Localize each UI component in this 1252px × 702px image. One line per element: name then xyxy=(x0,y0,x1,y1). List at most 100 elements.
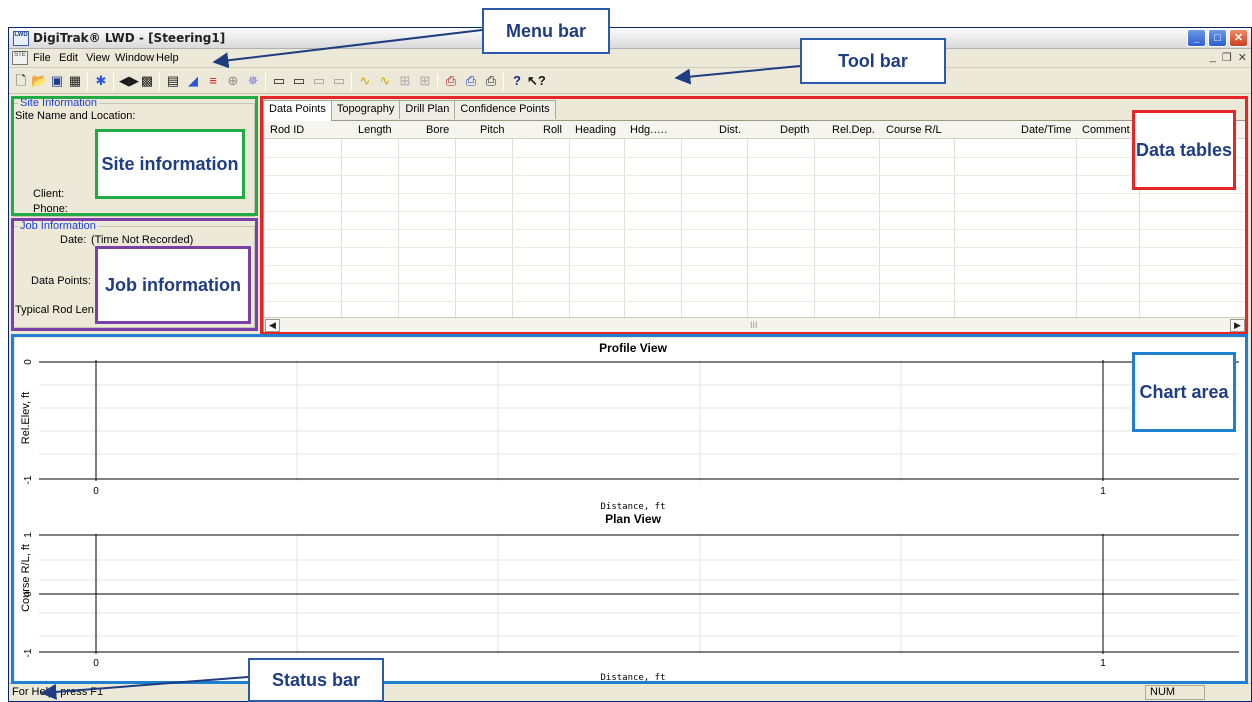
client-label: Client: xyxy=(33,188,65,200)
col-rel-dep[interactable]: Rel.Dep. xyxy=(832,124,875,136)
profile-ytick-0: 0 xyxy=(23,359,34,365)
data-tables-callout: Data tables xyxy=(1132,110,1236,190)
chart-area[interactable]: Profile View 0 -1 Rel.Elev, ft 0 1 Dista… xyxy=(15,338,1247,684)
profile-xtick-0: 0 xyxy=(93,486,99,497)
site-name-label: Site Name and Location: xyxy=(15,110,136,122)
phone-label: Phone: xyxy=(33,203,68,215)
charts-svg: Profile View 0 -1 Rel.Elev, ft 0 1 Dista… xyxy=(20,341,1239,683)
col-rod-id[interactable]: Rod ID xyxy=(270,124,304,136)
scroll-right-icon[interactable]: ▶ xyxy=(1230,319,1245,332)
profile-xlabel: Distance, ft xyxy=(600,502,665,512)
legend-icon[interactable]: ≡ xyxy=(205,73,221,89)
plan-xtick-1: 1 xyxy=(1100,658,1106,669)
status-text: For Help, press F1 xyxy=(12,686,104,698)
chart-area-callout: Chart area xyxy=(1132,352,1236,432)
view2-icon[interactable]: ▭ xyxy=(291,73,307,89)
plan-xtick-0: 0 xyxy=(93,658,99,669)
job-information-title: Job Information xyxy=(18,220,98,232)
chart-icon[interactable]: ◢ xyxy=(185,73,201,89)
tab-data-points[interactable]: Data Points xyxy=(263,100,332,121)
curve1-icon[interactable]: ∿ xyxy=(357,73,373,89)
connect-icon[interactable]: ◀▶ xyxy=(119,73,139,89)
mdi-minimize-button[interactable]: _ xyxy=(1210,51,1216,64)
title-bar[interactable]: LWD DigiTrak® LWD - [Steering1] _ □ ✕ xyxy=(9,28,1251,49)
print1-icon[interactable]: ⎙ xyxy=(443,73,459,89)
col-heading[interactable]: Heading xyxy=(575,124,616,136)
new-file-icon[interactable]: 🗋 xyxy=(13,73,29,89)
scroll-thumb-grip[interactable]: III xyxy=(750,320,758,330)
col-bore[interactable]: Bore xyxy=(426,124,449,136)
tab-drill-plan[interactable]: Drill Plan xyxy=(399,100,456,119)
status-bar-callout: Status bar xyxy=(248,658,384,702)
print-preview-icon[interactable]: ⎙ xyxy=(463,73,479,89)
window-title: DigiTrak® LWD - [Steering1] xyxy=(33,31,226,45)
job-information-callout: Job information xyxy=(95,246,251,324)
col-dist[interactable]: Dist. xyxy=(719,124,741,136)
plan-xlabel: Distance, ft xyxy=(600,673,665,683)
profile-title: Profile View xyxy=(599,341,667,355)
menu-view[interactable]: View xyxy=(86,52,110,64)
view3-icon[interactable]: ▭ xyxy=(311,73,327,89)
tab-topography[interactable]: Topography xyxy=(330,100,401,119)
print-icon[interactable]: ⎙ xyxy=(483,73,499,89)
site-information-title: Site Information xyxy=(18,97,100,109)
data-tabs: Data Points Topography Drill Plan Confid… xyxy=(263,100,556,121)
report-icon[interactable]: ▤ xyxy=(165,73,181,89)
open-folder-icon[interactable]: 📂 xyxy=(31,73,47,89)
fit1-icon[interactable]: ⊞ xyxy=(397,73,413,89)
col-roll[interactable]: Roll xyxy=(543,124,562,136)
profile-ylabel: Rel.Elev, ft xyxy=(20,392,32,444)
document-icon[interactable]: STE xyxy=(12,51,28,65)
target-icon[interactable]: ⊕ xyxy=(225,73,241,89)
save-icon[interactable]: ▣ xyxy=(49,73,65,89)
menu-bar: STE File Edit View Window Help _ ❐ ✕ xyxy=(9,49,1251,68)
curve2-icon[interactable]: ∿ xyxy=(377,73,393,89)
menu-help[interactable]: Help xyxy=(156,52,179,64)
horizontal-scrollbar[interactable]: ◀ III ▶ xyxy=(264,317,1246,333)
fit2-icon[interactable]: ⊞ xyxy=(417,73,433,89)
date-value: (Time Not Recorded) xyxy=(91,234,194,246)
col-comment[interactable]: Comment xyxy=(1082,124,1130,136)
plan-title: Plan View xyxy=(605,512,661,526)
col-date-time[interactable]: Date/Time xyxy=(1021,124,1071,136)
data-tables-panel: Data Points Topography Drill Plan Confid… xyxy=(263,100,1247,334)
tool-bar-callout: Tool bar xyxy=(800,38,946,84)
menu-file[interactable]: File xyxy=(33,52,51,64)
scroll-left-icon[interactable]: ◀ xyxy=(265,319,280,332)
date-label: Date: xyxy=(60,234,87,246)
menu-bar-callout: Menu bar xyxy=(482,8,610,54)
tab-confidence-points[interactable]: Confidence Points xyxy=(454,100,556,119)
help-icon[interactable]: ? xyxy=(509,73,525,89)
view4-icon[interactable]: ▭ xyxy=(331,73,347,89)
close-button[interactable]: ✕ xyxy=(1229,29,1248,47)
menu-window[interactable]: Window xyxy=(115,52,154,64)
plan-ytick-neg1: -1 xyxy=(23,648,34,657)
status-bar: For Help, press F1 NUM xyxy=(9,683,1251,701)
mdi-close-button[interactable]: ✕ xyxy=(1238,51,1247,64)
data-points-label: Data Points: xyxy=(31,275,91,287)
minimize-button[interactable]: _ xyxy=(1187,29,1206,47)
app-icon: LWD xyxy=(13,31,29,46)
plan-ylabel: Course R/L, ft xyxy=(20,544,32,612)
plan-ytick-1: 1 xyxy=(23,532,34,538)
settings-icon[interactable]: ✵ xyxy=(245,73,261,89)
col-length[interactable]: Length xyxy=(358,124,392,136)
view1-icon[interactable]: ▭ xyxy=(271,73,287,89)
col-hdg[interactable]: Hdg.…. xyxy=(630,124,667,136)
typical-rod-length-label: Typical Rod Len xyxy=(15,304,94,316)
import-icon[interactable]: ▩ xyxy=(139,73,155,89)
table-icon[interactable]: ▦ xyxy=(67,73,83,89)
context-help-icon[interactable]: ↖? xyxy=(527,73,546,89)
mdi-restore-button[interactable]: ❐ xyxy=(1222,51,1232,64)
maximize-button[interactable]: □ xyxy=(1208,29,1227,47)
data-grid[interactable]: Rod ID Length Bore Pitch Roll Heading Hd… xyxy=(263,120,1247,334)
col-course-rl[interactable]: Course R/L xyxy=(886,124,942,136)
col-pitch[interactable]: Pitch xyxy=(480,124,504,136)
profile-gridlines xyxy=(39,360,1239,481)
menu-edit[interactable]: Edit xyxy=(59,52,78,64)
col-depth[interactable]: Depth xyxy=(780,124,809,136)
tool-bar: 🗋 📂 ▣ ▦ ✱ ◀▶ ▩ ▤ ◢ ≡ ⊕ ✵ ▭ ▭ ▭ ▭ ∿ ∿ ⊞ ⊞ xyxy=(9,69,1251,94)
bluetooth-icon[interactable]: ✱ xyxy=(93,73,109,89)
profile-xtick-1: 1 xyxy=(1100,486,1106,497)
grid-header: Rod ID Length Bore Pitch Roll Heading Hd… xyxy=(264,121,1246,139)
